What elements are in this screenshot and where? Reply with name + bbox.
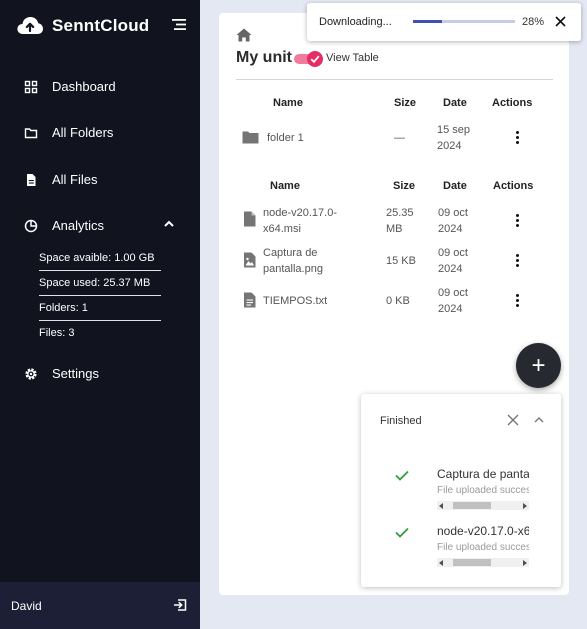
sidebar-item-dashboard[interactable]: Dashboard [24, 79, 116, 94]
file-actions-menu[interactable] [516, 294, 520, 308]
file-date-line2: 2024 [438, 263, 463, 275]
page-title: My unit [236, 49, 292, 66]
sidebar-item-label: All Folders [52, 125, 114, 140]
file-icon [244, 211, 256, 227]
sidebar-item-label: Settings [52, 366, 99, 381]
file-name-line2[interactable]: pantalla.png [263, 261, 323, 277]
download-percent: 28% [522, 16, 545, 28]
close-icon[interactable] [555, 16, 566, 27]
grid-icon [24, 80, 38, 93]
sidebar-item-label: Analytics [52, 218, 105, 233]
folders-header-actions: Actions [492, 97, 533, 109]
close-icon[interactable] [507, 414, 519, 426]
download-popup: Downloading... 28% [307, 3, 581, 41]
file-actions-menu[interactable] [516, 254, 520, 268]
menu-icon[interactable] [172, 18, 187, 31]
add-button[interactable]: + [516, 343, 561, 388]
brand[interactable]: SenntCloud [16, 12, 149, 40]
folder-name[interactable]: folder 1 [267, 130, 304, 146]
folders-header-date[interactable]: Date [443, 97, 467, 109]
upload-scrollbar[interactable] [437, 558, 529, 567]
image-file-icon [244, 252, 256, 268]
download-progress-fill [413, 20, 442, 23]
sidebar-item-all-folders[interactable]: All Folders [24, 125, 113, 140]
folder-actions-menu[interactable] [516, 131, 520, 145]
uploads-title: Finished [380, 415, 422, 427]
folder-size: — [394, 132, 405, 144]
text-file-icon [244, 292, 256, 308]
files-header-actions: Actions [493, 180, 534, 192]
home-icon[interactable] [236, 28, 252, 42]
file-name[interactable]: TIEMPOS.txt [263, 293, 327, 309]
download-progress-bar [413, 20, 515, 23]
files-header-name[interactable]: Name [270, 180, 300, 192]
folder-icon [242, 131, 259, 144]
file-date-line1: 09 oct [438, 287, 468, 299]
cloud-upload-icon [17, 17, 43, 34]
file-size-line1: 25.35 [386, 207, 414, 219]
folder-date-line2: 2024 [437, 140, 462, 152]
space-used-stat: Space used: 25.37 MB [39, 277, 161, 296]
file-name-line2[interactable]: x64.msi [263, 221, 301, 237]
view-table-toggle[interactable] [294, 51, 323, 67]
sidebar-item-label: Dashboard [52, 79, 116, 94]
toggle-knob [307, 51, 323, 67]
file-date-line1: 09 oct [438, 247, 468, 259]
user-name: David [11, 599, 42, 613]
view-table-label: View Table [326, 52, 379, 64]
check-icon [395, 527, 409, 538]
chevron-up-icon[interactable] [534, 416, 544, 423]
gear-icon [25, 367, 37, 380]
check-icon [395, 470, 409, 481]
files-count-stat: Files: 3 [39, 327, 75, 339]
sidebar-item-label: All Files [52, 172, 98, 187]
user-bar: David [0, 582, 200, 629]
file-date-line1: 09 oct [438, 207, 468, 219]
file-date-line2: 2024 [438, 223, 463, 235]
download-label: Downloading... [319, 16, 392, 28]
upload-file-name: Captura de pantalla.png [437, 467, 529, 481]
pie-chart-icon [24, 219, 38, 232]
logout-icon[interactable] [173, 598, 187, 612]
chevron-up-icon[interactable] [163, 219, 175, 229]
folders-header-name[interactable]: Name [273, 97, 303, 109]
file-size: 15 KB [386, 255, 416, 267]
folder-icon [24, 127, 38, 138]
upload-status: File uploaded successfully [437, 485, 529, 496]
file-date-line2: 2024 [438, 303, 463, 315]
uploads-panel: Finished Captura de pantalla.png File up… [361, 394, 561, 587]
space-available-stat: Space avaible: 1.00 GB [39, 252, 161, 271]
files-header-size[interactable]: Size [393, 180, 415, 192]
file-name-line1[interactable]: node-v20.17.0- [263, 205, 337, 221]
files-header-date[interactable]: Date [443, 180, 467, 192]
sidebar-item-all-files[interactable]: All Files [24, 172, 98, 187]
folders-header-size[interactable]: Size [394, 97, 416, 109]
upload-file-name: node-v20.17.0-x64.msi [437, 524, 529, 538]
app-name: SenntCloud [52, 16, 150, 35]
file-name-line1[interactable]: Captura de [263, 245, 317, 261]
file-size-line2: MB [386, 223, 403, 235]
folders-count-stat: Folders: 1 [39, 302, 161, 321]
upload-status: File uploaded successfully [437, 542, 529, 553]
upload-scrollbar[interactable] [437, 501, 529, 510]
sidebar-item-analytics[interactable]: Analytics [24, 218, 104, 233]
file-icon [27, 173, 36, 186]
divider [236, 79, 553, 80]
file-size: 0 KB [386, 295, 410, 307]
sidebar: SenntCloud Dashboard All Folders All Fil… [0, 0, 200, 629]
sidebar-item-settings[interactable]: Settings [24, 366, 99, 381]
file-actions-menu[interactable] [516, 214, 520, 228]
folder-date-line1: 15 sep [437, 124, 471, 136]
check-icon [310, 55, 320, 63]
